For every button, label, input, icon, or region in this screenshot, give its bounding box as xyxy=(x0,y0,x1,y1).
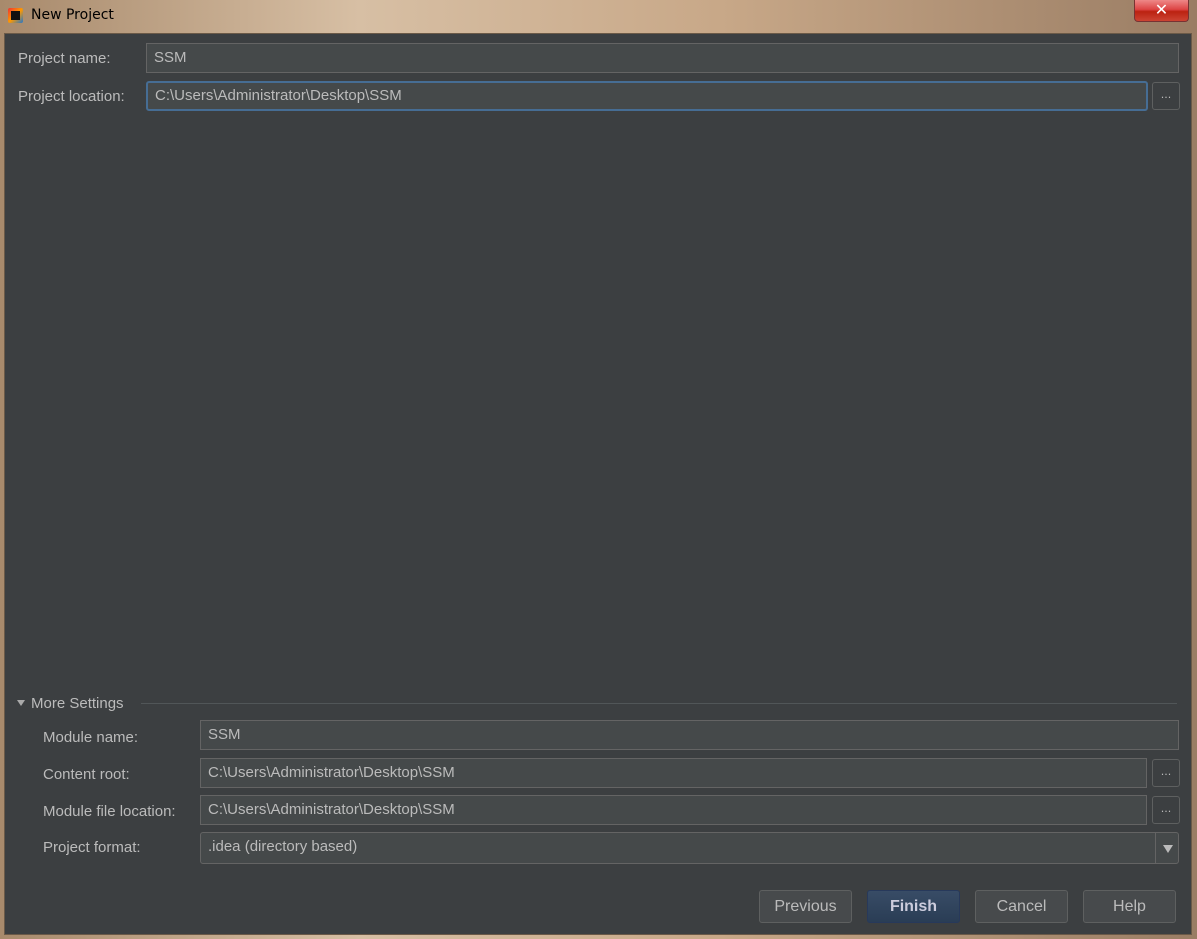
project-name-input[interactable]: SSM xyxy=(146,43,1179,73)
window-title: New Project xyxy=(31,7,114,23)
project-format-select[interactable]: .idea (directory based) xyxy=(200,832,1179,864)
module-file-location-input[interactable]: C:\Users\Administrator\Desktop\SSM xyxy=(200,795,1147,825)
close-button[interactable]: ✕ xyxy=(1134,0,1189,22)
module-name-input[interactable]: SSM xyxy=(200,720,1179,750)
content-root-label: Content root: xyxy=(43,766,130,783)
project-name-label: Project name: xyxy=(18,50,111,67)
new-project-dialog: Project name: SSM Project location: C:\U… xyxy=(4,33,1192,935)
expand-triangle-icon[interactable] xyxy=(17,700,25,706)
project-location-input[interactable]: C:\Users\Administrator\Desktop\SSM xyxy=(146,81,1148,111)
module-file-location-label: Module file location: xyxy=(43,803,176,820)
close-icon: ✕ xyxy=(1154,0,1169,19)
project-location-label: Project location: xyxy=(18,88,125,105)
finish-button[interactable]: Finish xyxy=(867,890,960,923)
more-settings-toggle[interactable]: More Settings xyxy=(31,695,124,712)
title-bar: New Project ✕ xyxy=(0,0,1197,33)
module-file-location-browse-button[interactable]: ... xyxy=(1152,796,1180,824)
project-format-value: .idea (directory based) xyxy=(208,838,358,855)
content-root-input[interactable]: C:\Users\Administrator\Desktop\SSM xyxy=(200,758,1147,788)
intellij-idea-icon xyxy=(8,8,23,23)
chevron-down-icon[interactable] xyxy=(1155,833,1179,863)
previous-button[interactable]: Previous xyxy=(759,890,852,923)
project-format-label: Project format: xyxy=(43,839,141,856)
module-name-label: Module name: xyxy=(43,729,139,746)
content-root-browse-button[interactable]: ... xyxy=(1152,759,1180,787)
help-button[interactable]: Help xyxy=(1083,890,1176,923)
cancel-button[interactable]: Cancel xyxy=(975,890,1068,923)
project-location-browse-button[interactable]: ... xyxy=(1152,82,1180,110)
more-settings-divider xyxy=(141,703,1177,704)
